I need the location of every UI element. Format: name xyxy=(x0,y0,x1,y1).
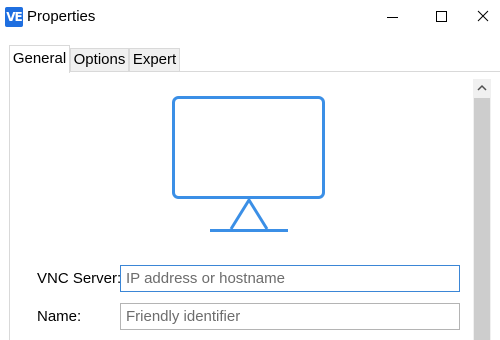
name-label: Name: xyxy=(37,308,82,325)
window-title: Properties xyxy=(27,8,96,25)
close-icon xyxy=(477,10,489,22)
tab-general[interactable]: General xyxy=(9,45,70,73)
chevron-up-icon xyxy=(477,84,487,91)
monitor-icon xyxy=(172,96,325,232)
vnc-server-input[interactable] xyxy=(120,265,460,292)
close-button[interactable] xyxy=(466,0,500,34)
minimize-button[interactable] xyxy=(370,0,416,34)
maximize-button[interactable] xyxy=(418,0,464,34)
vertical-scrollbar[interactable] xyxy=(473,79,491,340)
tab-expert[interactable]: Expert xyxy=(129,48,180,72)
tab-bar: General Options Expert xyxy=(0,36,500,73)
minimize-icon xyxy=(387,17,398,18)
maximize-icon xyxy=(436,11,447,22)
scroll-up-button[interactable] xyxy=(473,79,491,97)
app-logo-icon: VE xyxy=(5,7,23,27)
scroll-thumb[interactable] xyxy=(474,98,490,340)
tab-options[interactable]: Options xyxy=(70,48,129,72)
name-input[interactable] xyxy=(120,303,460,330)
vnc-server-label: VNC Server: xyxy=(37,270,122,287)
title-bar: VE Properties xyxy=(0,0,500,36)
